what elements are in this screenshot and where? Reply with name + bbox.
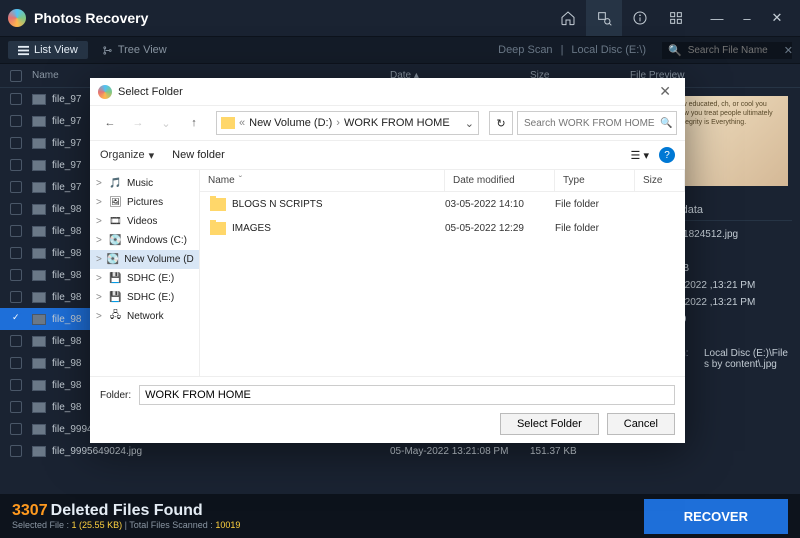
chevron-right-icon[interactable]: > [96, 311, 104, 322]
breadcrumb-segment[interactable]: New Volume (D:) [249, 117, 332, 129]
address-bar[interactable]: « New Volume (D:) › WORK FROM HOME ⌄ [216, 111, 479, 135]
videos-icon: 🎞 [109, 215, 122, 228]
tree-label: SDHC (E:) [127, 292, 174, 303]
pictures-icon: 🖼 [109, 196, 122, 209]
folder-type: File folder [555, 199, 635, 210]
tree-label: SDHC (E:) [127, 273, 174, 284]
contents-header: Name ˇ Date modified Type Size [200, 170, 685, 192]
drive-icon: 💽 [107, 253, 119, 266]
organize-menu[interactable]: Organize ▾ [100, 149, 154, 162]
chevron-right-icon[interactable]: > [96, 197, 104, 208]
tree-item[interactable]: > 💽 New Volume (D [90, 250, 199, 269]
tree-label: Network [127, 311, 164, 322]
folder-row[interactable]: BLOGS N SCRIPTS03-05-2022 14:10File fold… [200, 192, 685, 216]
tree-item[interactable]: > 💾 SDHC (E:) [90, 288, 199, 307]
tree-item[interactable]: > 🖧 Network [90, 307, 199, 326]
sd-icon: 💾 [109, 272, 122, 285]
tree-label: Pictures [127, 197, 163, 208]
address-dropdown-icon[interactable]: ⌄ [465, 117, 474, 130]
folder-type: File folder [555, 223, 635, 234]
search-icon: 🔍 [660, 118, 672, 129]
chevron-right-icon[interactable]: > [96, 216, 104, 227]
folder-name: IMAGES [232, 223, 445, 234]
dialog-close-button[interactable]: ✕ [653, 83, 677, 100]
sd-icon: 💾 [109, 291, 122, 304]
tree-label: Music [127, 178, 153, 189]
select-folder-dialog: Select Folder ✕ ← → ⌄ ↑ « New Volume (D:… [90, 78, 685, 443]
dialog-footer: Folder: Select Folder Cancel [90, 376, 685, 443]
refresh-button[interactable]: ↻ [489, 111, 513, 135]
dialog-search-input[interactable] [524, 118, 656, 129]
drive-icon: 💽 [109, 234, 122, 247]
music-icon: 🎵 [109, 177, 122, 190]
dialog-title: Select Folder [118, 86, 183, 98]
network-icon: 🖧 [109, 310, 122, 323]
tree-label: New Volume (D [124, 254, 193, 265]
col-name[interactable]: Name ˇ [200, 170, 445, 191]
dialog-titlebar: Select Folder ✕ [90, 78, 685, 106]
folder-field-label: Folder: [100, 390, 131, 401]
dialog-logo-icon [98, 85, 112, 99]
tree-item[interactable]: > 🎞 Videos [90, 212, 199, 231]
tree-item[interactable]: > 💾 SDHC (E:) [90, 269, 199, 288]
chevron-right-icon[interactable]: > [96, 178, 104, 189]
dialog-nav: ← → ⌄ ↑ « New Volume (D:) › WORK FROM HO… [90, 106, 685, 140]
folder-tree[interactable]: >🎵Music>🖼Pictures>🎞Videos>💽Windows (C:)>… [90, 170, 200, 376]
col-date[interactable]: Date modified [445, 170, 555, 191]
col-size[interactable]: Size [635, 170, 685, 191]
tree-label: Windows (C:) [127, 235, 187, 246]
folder-date: 05-05-2022 12:29 [445, 223, 555, 234]
chevron-right-icon[interactable]: > [96, 235, 104, 246]
tree-item[interactable]: > 🖼 Pictures [90, 193, 199, 212]
folder-date: 03-05-2022 14:10 [445, 199, 555, 210]
back-button[interactable]: ← [98, 111, 122, 135]
tree-label: Videos [127, 216, 157, 227]
help-icon[interactable]: ? [659, 147, 675, 163]
tree-item[interactable]: > 🎵 Music [90, 174, 199, 193]
dialog-overlay: Select Folder ✕ ← → ⌄ ↑ « New Volume (D:… [0, 0, 800, 538]
tree-item[interactable]: > 💽 Windows (C:) [90, 231, 199, 250]
chevron-right-icon[interactable]: > [96, 273, 104, 284]
breadcrumb-segment[interactable]: WORK FROM HOME [344, 117, 450, 129]
chevron-right-icon[interactable]: > [96, 254, 102, 265]
select-folder-button[interactable]: Select Folder [500, 413, 599, 435]
cancel-button[interactable]: Cancel [607, 413, 675, 435]
folder-icon [210, 222, 226, 235]
up-button[interactable]: ↑ [182, 111, 206, 135]
new-folder-button[interactable]: New folder [172, 149, 225, 161]
folder-icon [210, 198, 226, 211]
folder-icon [221, 117, 235, 129]
folder-name: BLOGS N SCRIPTS [232, 199, 445, 210]
forward-button[interactable]: → [126, 111, 150, 135]
recent-dropdown-icon[interactable]: ⌄ [154, 111, 178, 135]
folder-contents: Name ˇ Date modified Type Size BLOGS N S… [200, 170, 685, 376]
chevron-down-icon: ▾ [149, 149, 155, 162]
col-type[interactable]: Type [555, 170, 635, 191]
folder-row[interactable]: IMAGES05-05-2022 12:29File folder [200, 216, 685, 240]
view-mode-button[interactable]: ☰ ▾ [631, 149, 649, 162]
folder-field-input[interactable] [139, 385, 675, 405]
chevron-right-icon[interactable]: > [96, 292, 104, 303]
dialog-search[interactable]: 🔍 [517, 111, 677, 135]
dialog-toolbar: Organize ▾ New folder ☰ ▾ ? [90, 140, 685, 170]
